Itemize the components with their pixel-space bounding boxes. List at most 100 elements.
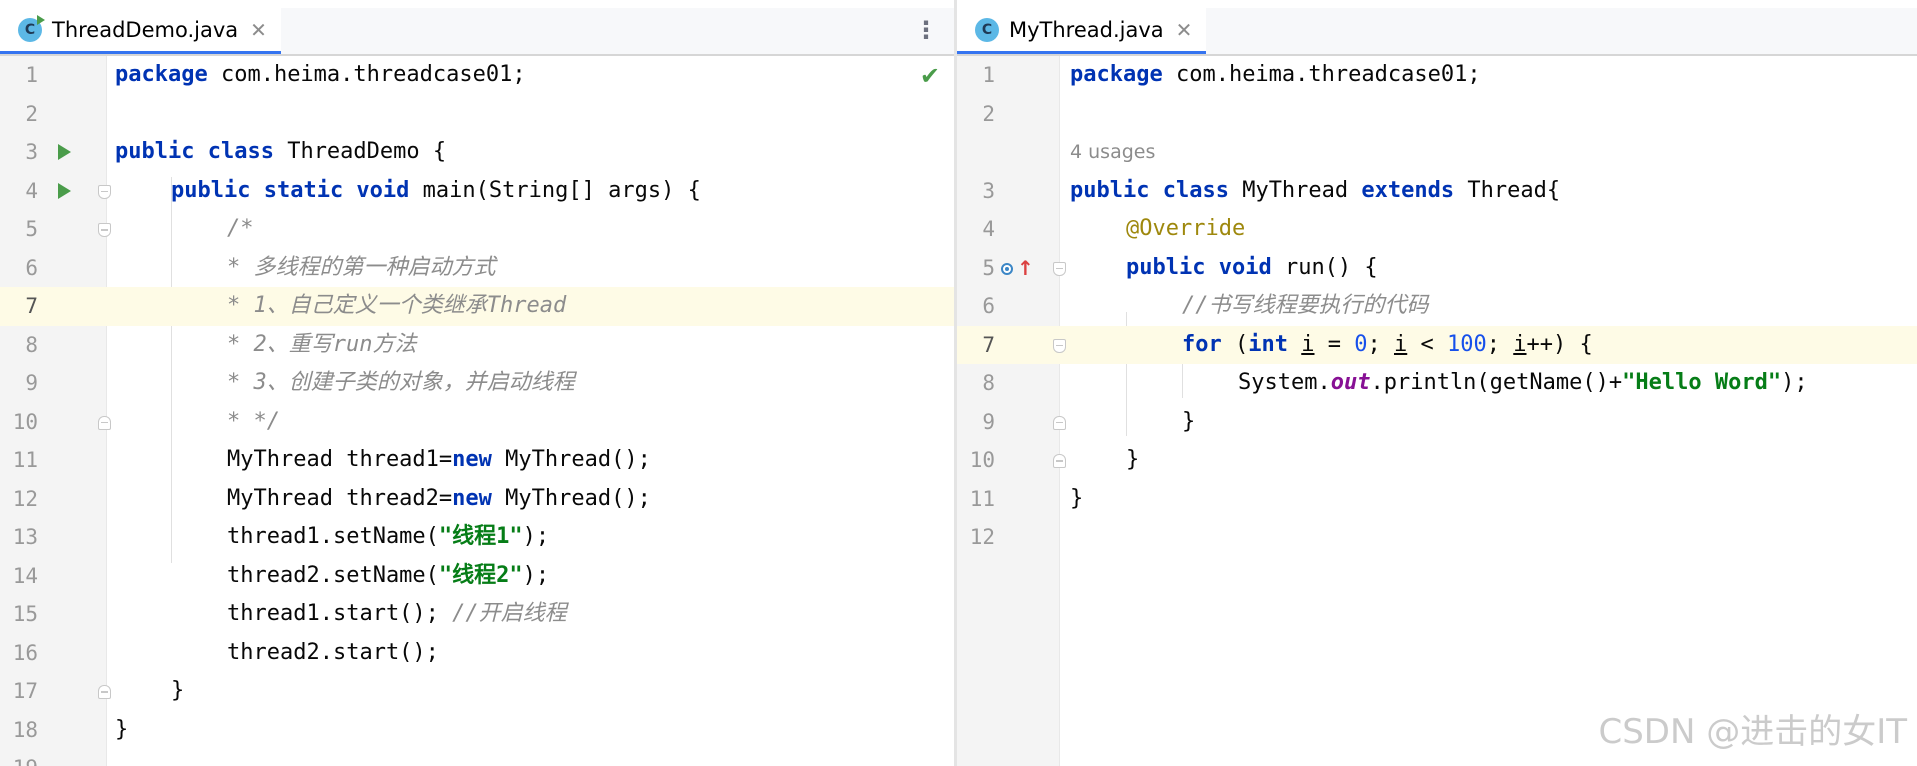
code-line: 5 /* <box>0 210 954 249</box>
line-number: 12 <box>969 525 995 549</box>
loop-variable: i <box>1301 331 1315 357</box>
line-number: 10 <box>12 409 38 434</box>
line-number: 13 <box>12 525 38 549</box>
code-text: .println(getName()+ <box>1370 370 1623 395</box>
fold-icon[interactable] <box>98 223 111 237</box>
keyword: int <box>1248 331 1288 357</box>
code-editor-right[interactable]: 1 package com.heima.threadcase01; 2 4 us… <box>957 56 1917 766</box>
code-text: ); <box>522 562 550 588</box>
keyword: for <box>1182 331 1222 357</box>
editor-pane-right: C MyThread.java ✕ 1 package com.heima.th… <box>957 0 1917 766</box>
line-number: 3 <box>25 140 38 164</box>
number-literal: 0 <box>1354 331 1368 357</box>
comment: * 多线程的第一种启动方式 <box>227 254 496 280</box>
line-number: 4 <box>25 178 38 203</box>
run-gutter-icon[interactable] <box>58 182 71 199</box>
code-text: } <box>171 678 185 703</box>
tab-threaddemo[interactable]: C ThreadDemo.java ✕ <box>0 8 281 54</box>
line-number: 10 <box>969 448 995 472</box>
tab-title: ThreadDemo.java <box>52 17 239 42</box>
fold-icon[interactable] <box>98 184 111 199</box>
comment: //书写线程要执行的代码 <box>1182 293 1429 318</box>
code-line: 2 <box>0 95 954 134</box>
code-line: 2 <box>957 95 1917 134</box>
code-line: 19 <box>0 749 954 766</box>
code-text: thread2.setName( <box>227 562 439 588</box>
comment: * 3、创建子类的对象，并启动线程 <box>227 370 575 395</box>
code-line: 3 public class MyThread extends Thread{ <box>957 172 1917 211</box>
keyword: new <box>452 485 492 511</box>
line-number: 2 <box>982 101 995 126</box>
fold-icon[interactable] <box>1053 454 1066 468</box>
watermark: CSDN @进击的女IT <box>1598 712 1907 752</box>
code-line: 6 //书写线程要执行的代码 <box>957 287 1917 326</box>
line-number: 2 <box>25 101 38 126</box>
comment: * 2、重写run方法 <box>227 331 417 357</box>
comment: /* <box>227 216 254 241</box>
code-line: 11 } <box>957 480 1917 519</box>
line-number: 6 <box>982 294 995 318</box>
tab-bar-left: C ThreadDemo.java ✕ ⋮ <box>0 8 954 56</box>
code-text: ( <box>1221 331 1249 357</box>
fold-icon[interactable] <box>98 685 111 699</box>
code-text: com.heima.threadcase01; <box>1162 62 1481 87</box>
close-tab-icon[interactable]: ✕ <box>250 18 267 42</box>
code-text: = <box>1314 331 1355 357</box>
line-number: 17 <box>12 679 38 703</box>
code-line: 13 thread1.setName("线程1"); <box>0 518 954 557</box>
code-text: ; <box>1486 331 1514 357</box>
fold-icon[interactable] <box>1053 338 1066 353</box>
fold-icon[interactable] <box>98 415 111 430</box>
line-number: 3 <box>982 178 995 203</box>
code-line: 1 package com.heima.threadcase01; <box>957 56 1917 95</box>
java-class-icon: C <box>18 14 45 42</box>
keyword: public class <box>1070 177 1229 203</box>
code-line: 1 package com.heima.threadcase01; <box>0 56 954 95</box>
class-icon-letter: C <box>981 21 993 38</box>
keyword: package <box>1070 62 1163 87</box>
code-line: 17 } <box>0 672 954 711</box>
keyword: public class <box>115 139 274 164</box>
code-line: 14 thread2.setName("线程2"); <box>0 557 954 596</box>
editor-pane-left: C ThreadDemo.java ✕ ⋮ ✔ 1 package com.he… <box>0 0 954 766</box>
code-text: ); <box>522 524 550 549</box>
line-number: 9 <box>982 409 995 434</box>
close-tab-icon[interactable]: ✕ <box>1176 18 1193 42</box>
line-number: 4 <box>982 217 995 241</box>
number-literal: 100 <box>1447 331 1487 357</box>
code-text: ThreadDemo { <box>273 139 447 164</box>
code-text: MyThread thread1= <box>227 447 453 472</box>
line-number: 5 <box>982 255 995 280</box>
comment: //开启线程 <box>452 601 567 626</box>
code-line: 4 public static void main(String[] args)… <box>0 172 954 211</box>
tab-mythread[interactable]: C MyThread.java ✕ <box>957 8 1207 54</box>
code-text: } <box>115 716 129 742</box>
fold-icon[interactable] <box>1053 415 1066 430</box>
keyword: extends <box>1361 177 1455 203</box>
code-text: MyThread(); <box>491 485 651 511</box>
more-options-icon[interactable]: ⋮ <box>914 18 938 42</box>
code-line: 3 public class ThreadDemo { <box>0 133 954 172</box>
usages-hint[interactable]: 4 usages <box>1070 133 1155 172</box>
line-number: 11 <box>12 448 38 472</box>
code-line: 12 MyThread thread2=new MyThread(); <box>0 480 954 519</box>
comment: * */ <box>227 408 280 434</box>
run-gutter-icon[interactable] <box>58 144 71 160</box>
code-text: com.heima.threadcase01; <box>207 62 526 87</box>
line-number: 8 <box>25 332 38 357</box>
code-line: 9 * 3、创建子类的对象，并启动线程 <box>0 364 954 403</box>
code-text: MyThread <box>1228 177 1362 203</box>
loop-variable: i <box>1513 331 1527 357</box>
code-text: ); <box>1781 370 1808 395</box>
line-number: 7 <box>982 332 995 357</box>
line-number: 6 <box>25 255 38 280</box>
code-editor-left[interactable]: ✔ 1 package com.heima.threadcase01; 2 3 … <box>0 56 954 766</box>
static-field: out <box>1330 370 1371 395</box>
fold-icon[interactable] <box>1053 261 1066 276</box>
code-line: 10 } <box>957 441 1917 480</box>
annotation: @Override <box>1126 216 1246 241</box>
line-number: 14 <box>12 563 38 588</box>
code-line: 11 MyThread thread1=new MyThread(); <box>0 441 954 480</box>
keyword: public void <box>1126 254 1272 280</box>
